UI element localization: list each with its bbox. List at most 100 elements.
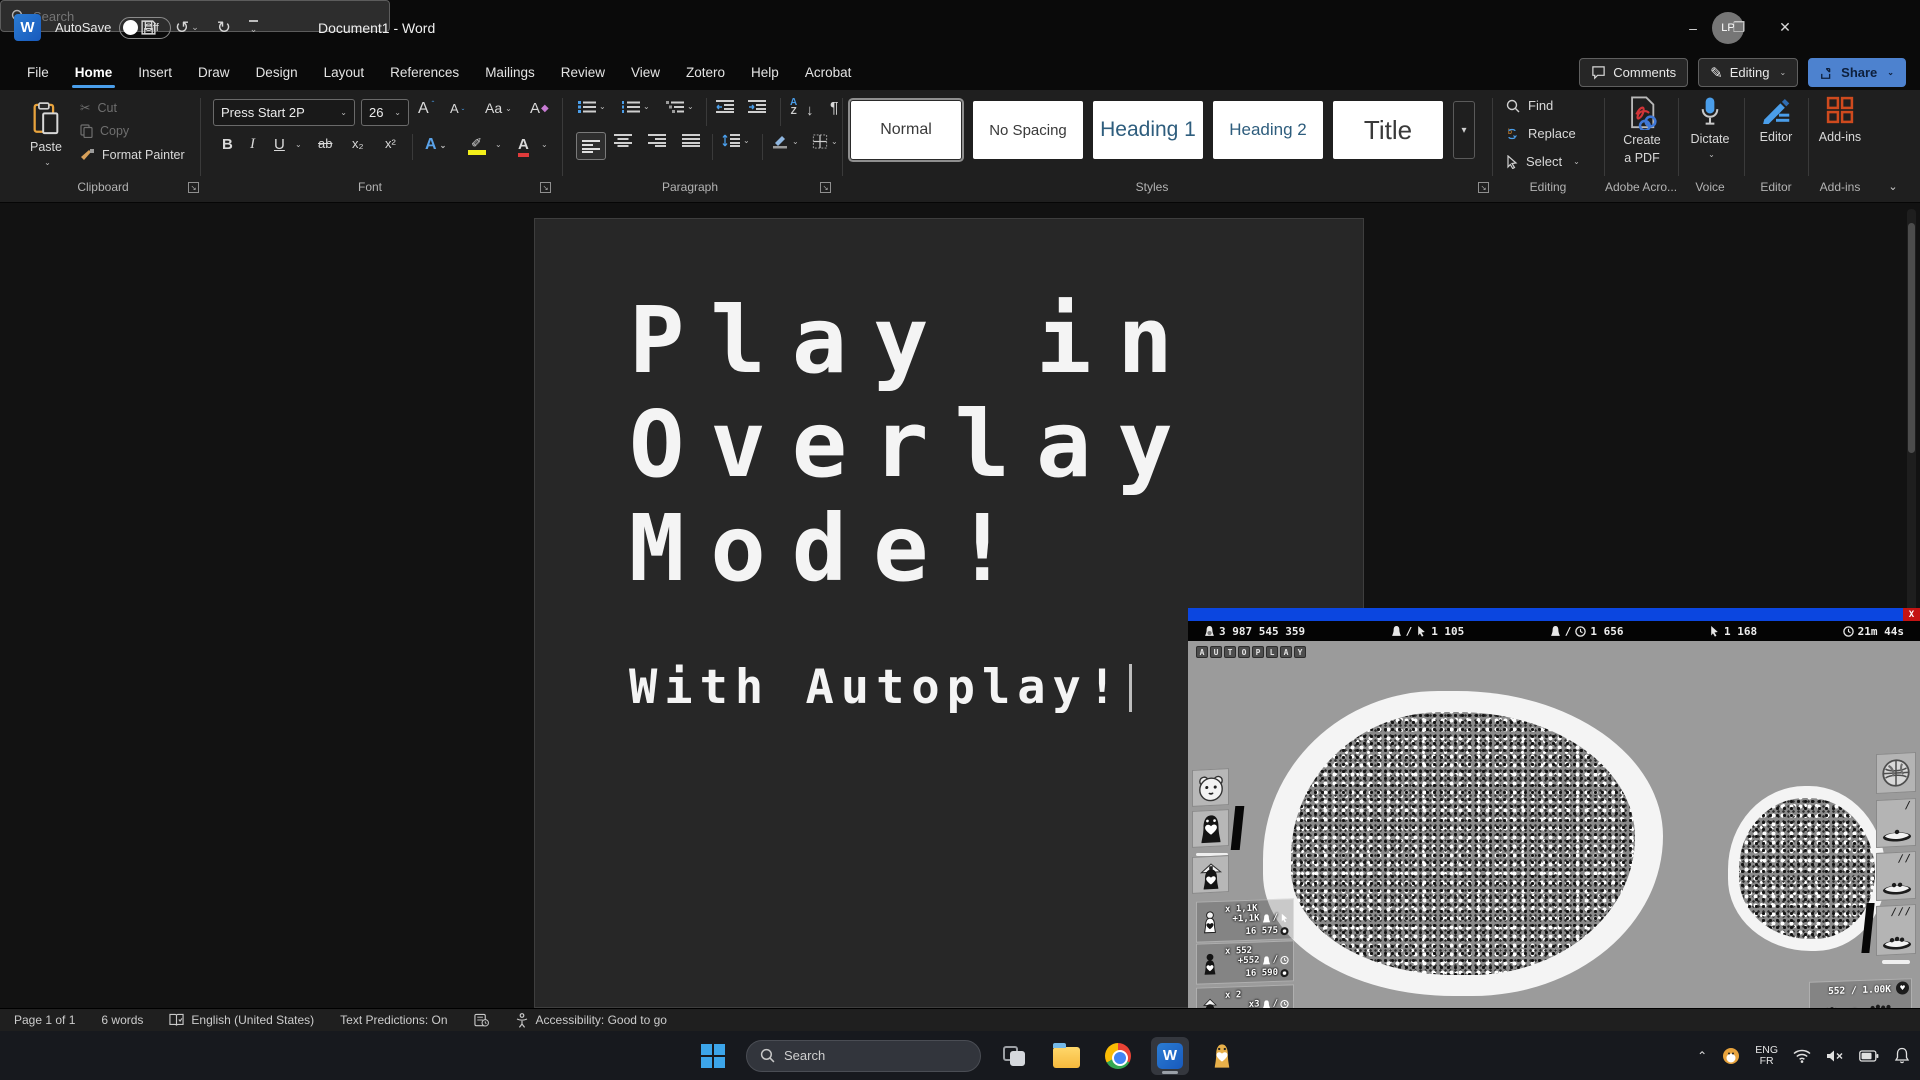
wifi-icon[interactable] bbox=[1793, 1049, 1811, 1063]
font-name-combobox[interactable]: Press Start 2P⌄ bbox=[213, 99, 355, 126]
text-effects-button[interactable]: A⌄ bbox=[425, 136, 446, 154]
addins-button[interactable]: Add-ins bbox=[1812, 96, 1868, 144]
island-2-button[interactable]: // bbox=[1876, 851, 1916, 901]
tab-insert[interactable]: Insert bbox=[125, 55, 185, 90]
tab-layout[interactable]: Layout bbox=[311, 55, 378, 90]
sort-button[interactable]: A Z bbox=[790, 98, 797, 116]
accessibility-status[interactable]: Accessibility: Good to go bbox=[515, 1013, 667, 1028]
start-button[interactable] bbox=[694, 1037, 732, 1075]
find-button[interactable]: Find bbox=[1506, 98, 1553, 113]
game-taskbar-button[interactable] bbox=[1203, 1037, 1241, 1075]
volume-muted-icon[interactable] bbox=[1826, 1049, 1844, 1063]
tab-view[interactable]: View bbox=[618, 55, 673, 90]
unit-card-worker[interactable]: x 552 +552 / 16 590 bbox=[1196, 940, 1294, 984]
secondary-island[interactable] bbox=[1728, 786, 1886, 951]
word-taskbar-button[interactable]: W bbox=[1151, 1037, 1189, 1075]
style-title[interactable]: Title bbox=[1333, 101, 1443, 159]
multilevel-list-button[interactable]: ⌄ bbox=[666, 100, 694, 113]
tray-expand-chevron[interactable]: ⌃ bbox=[1697, 1049, 1707, 1063]
minimize-button[interactable]: – bbox=[1670, 0, 1716, 55]
word-count[interactable]: 6 words bbox=[101, 1013, 143, 1027]
game-area[interactable]: A U T O P L A Y x 1,1K +1,1K / bbox=[1188, 641, 1920, 1025]
buff-chief-penguin-button[interactable] bbox=[1192, 855, 1229, 894]
page-indicator[interactable]: Page 1 of 1 bbox=[14, 1013, 75, 1027]
file-explorer-button[interactable] bbox=[1047, 1037, 1085, 1075]
bold-button[interactable]: B bbox=[222, 136, 233, 153]
clear-formatting-button[interactable]: A◆ bbox=[530, 100, 549, 117]
tab-draw[interactable]: Draw bbox=[185, 55, 243, 90]
text-predictions[interactable]: Text Predictions: On bbox=[340, 1013, 447, 1027]
align-left-button[interactable] bbox=[576, 132, 606, 160]
editor-button[interactable]: Editor bbox=[1750, 96, 1802, 144]
tray-app-icon[interactable] bbox=[1722, 1047, 1740, 1065]
copy-button[interactable]: Copy bbox=[80, 124, 129, 138]
dictate-button[interactable]: Dictate ⌄ bbox=[1684, 96, 1736, 159]
borders-button[interactable]: ⌄ bbox=[812, 134, 838, 149]
style-heading2[interactable]: Heading 2 bbox=[1213, 101, 1323, 159]
shading-button[interactable]: ⌄ bbox=[772, 134, 799, 149]
island-3-button[interactable]: /// bbox=[1876, 904, 1916, 956]
paste-button[interactable]: Paste ⌄ bbox=[22, 96, 70, 172]
tab-references[interactable]: References bbox=[377, 55, 472, 90]
tab-home[interactable]: Home bbox=[62, 55, 126, 90]
superscript-button[interactable]: x² bbox=[385, 136, 396, 151]
align-right-button[interactable] bbox=[648, 134, 666, 147]
tab-zotero[interactable]: Zotero bbox=[673, 55, 738, 90]
decrease-indent-button[interactable] bbox=[716, 100, 734, 113]
strikethrough-button[interactable]: ab bbox=[318, 136, 332, 151]
increase-indent-button[interactable] bbox=[748, 100, 766, 113]
language-switcher[interactable]: ENG FR bbox=[1755, 1045, 1778, 1067]
scrollbar-thumb[interactable] bbox=[1908, 223, 1915, 453]
customize-qat-button[interactable]: ⌄ bbox=[249, 20, 258, 35]
main-island[interactable] bbox=[1263, 691, 1663, 996]
style-no-spacing[interactable]: No Spacing bbox=[973, 101, 1083, 159]
highlight-dropdown[interactable]: ⌄ bbox=[492, 140, 502, 149]
font-launcher-icon[interactable]: ↘ bbox=[540, 182, 551, 193]
restore-button[interactable]: ❐ bbox=[1716, 0, 1762, 55]
world-map-button[interactable] bbox=[1876, 752, 1916, 794]
create-pdf-button[interactable]: Create a PDF bbox=[1612, 96, 1672, 166]
bullets-button[interactable]: ⌄ bbox=[578, 100, 606, 113]
undo-button[interactable]: ↺⌄ bbox=[175, 18, 199, 38]
justify-button[interactable] bbox=[682, 134, 700, 147]
underline-dropdown[interactable]: ⌄ bbox=[292, 140, 302, 149]
shrink-font-button[interactable]: Aˇ bbox=[450, 100, 464, 117]
notification-bell-icon[interactable] bbox=[1894, 1047, 1910, 1064]
style-normal[interactable]: Normal bbox=[851, 101, 961, 159]
share-button[interactable]: Share ⌄ bbox=[1808, 58, 1906, 87]
unit-card-clicker[interactable]: x 1,1K +1,1K / 16 575 bbox=[1196, 898, 1294, 942]
collapse-ribbon-button[interactable]: ⌄ bbox=[1888, 180, 1897, 193]
subscript-button[interactable]: x₂ bbox=[352, 136, 364, 151]
redo-button[interactable]: ↻ bbox=[217, 18, 231, 38]
chrome-button[interactable] bbox=[1099, 1037, 1137, 1075]
tab-file[interactable]: File bbox=[14, 55, 62, 90]
highlight-color-button[interactable]: ✎ bbox=[468, 134, 486, 155]
battery-icon[interactable] bbox=[1859, 1050, 1879, 1062]
close-button[interactable]: ✕ bbox=[1762, 0, 1808, 55]
editor-status[interactable] bbox=[474, 1013, 489, 1027]
editing-mode-button[interactable]: ✎ Editing ⌄ bbox=[1698, 58, 1798, 87]
italic-button[interactable]: I bbox=[250, 136, 255, 153]
replace-button[interactable]: b Replace bbox=[1506, 126, 1576, 141]
styles-launcher-icon[interactable]: ↘ bbox=[1478, 182, 1489, 193]
buff-polar-bear-button[interactable] bbox=[1192, 768, 1229, 807]
tab-design[interactable]: Design bbox=[243, 55, 311, 90]
font-size-combobox[interactable]: 26⌄ bbox=[361, 99, 409, 126]
tab-review[interactable]: Review bbox=[548, 55, 618, 90]
tab-mailings[interactable]: Mailings bbox=[472, 55, 548, 90]
styles-more-button[interactable]: ▾ bbox=[1453, 101, 1475, 159]
clipboard-launcher-icon[interactable]: ↘ bbox=[188, 182, 199, 193]
save-button[interactable] bbox=[140, 19, 157, 36]
numbering-button[interactable]: ⌄ bbox=[622, 100, 650, 113]
format-painter-button[interactable]: Format Painter bbox=[80, 148, 185, 162]
proofing-status[interactable]: English (United States) bbox=[169, 1013, 314, 1027]
taskbar-search[interactable]: Search bbox=[746, 1040, 981, 1072]
comments-button[interactable]: Comments bbox=[1579, 58, 1688, 87]
line-spacing-button[interactable]: ⌄ bbox=[722, 134, 750, 147]
pilcrow-button[interactable]: ¶ bbox=[830, 100, 839, 118]
underline-button[interactable]: U bbox=[274, 136, 285, 153]
font-color-button[interactable]: A bbox=[518, 136, 529, 157]
style-heading1[interactable]: Heading 1 bbox=[1093, 101, 1203, 159]
task-view-button[interactable] bbox=[995, 1037, 1033, 1075]
align-center-button[interactable] bbox=[614, 134, 632, 147]
